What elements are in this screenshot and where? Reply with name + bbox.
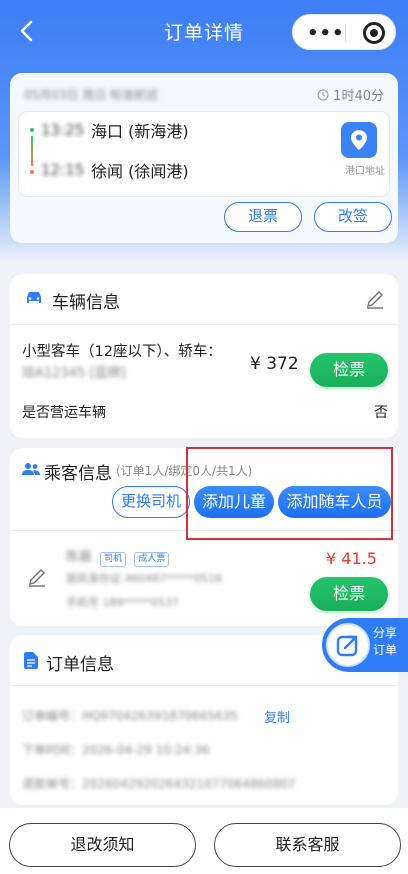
arrive-time: 12:15 xyxy=(41,161,85,179)
passenger-phone: 手机号 189*****0537 xyxy=(66,596,179,609)
order-time-label: 下单时间： xyxy=(22,743,83,757)
order-title: 订单信息 xyxy=(46,655,114,675)
depart-port: 海口 (新海港) xyxy=(91,122,189,141)
contact-service-button[interactable]: 联系客服 xyxy=(214,823,401,867)
arrive-dot xyxy=(30,170,34,174)
copy-link[interactable]: 复制 xyxy=(264,707,290,726)
vehicle-divider xyxy=(10,324,398,325)
passenger-id: 居民身份证 460487*****0516 xyxy=(66,572,222,585)
order-time: 2026-04-29 10:24:36 xyxy=(82,743,210,757)
change-ticket-button[interactable]: 改签 xyxy=(314,202,392,232)
order-divider xyxy=(10,685,398,686)
more-icon[interactable]: ••• xyxy=(307,23,345,44)
order-no: HQ970426391870665635 xyxy=(82,709,238,723)
car-icon xyxy=(27,292,41,303)
duration-text: 1时40分 xyxy=(333,89,384,104)
vehicle-check-button[interactable]: 检票 xyxy=(310,353,388,387)
refund-notice-button[interactable]: 退改须知 xyxy=(9,823,196,867)
navigation-bar: 订单详情 ••• xyxy=(0,10,408,54)
passenger-title: 乘客信息 xyxy=(44,464,112,484)
sailing-date: 05月03日 周日 标准航班 xyxy=(24,88,159,102)
share-icon xyxy=(326,623,370,667)
highlight-box xyxy=(186,447,393,540)
clock-icon xyxy=(317,89,329,101)
trip-card: 05月03日 周日 标准航班 1时40分 13:25 海口 (新海港) 12:1… xyxy=(10,73,398,243)
mini-program-capsule: ••• xyxy=(292,14,396,50)
vehicle-type: 小型客车（12座以下）、轿车： xyxy=(22,344,222,360)
arrive-port: 徐闻 (徐闻港) xyxy=(91,162,189,181)
edit-passenger-icon[interactable] xyxy=(26,566,48,588)
route-box: 13:25 海口 (新海港) 12:15 徐闻 (徐闻港) 港口地址 xyxy=(18,111,390,197)
bottom-bar: 退改须知 联系客服 xyxy=(0,808,408,874)
depart-row: 13:25 海口 (新海港) xyxy=(41,118,189,142)
port-address-label[interactable]: 港口地址 xyxy=(345,162,385,177)
location-pin-icon[interactable] xyxy=(341,122,377,158)
depart-dot xyxy=(30,128,34,132)
people-icon xyxy=(22,463,40,475)
share-label: 分享订单 xyxy=(372,626,397,657)
operating-value: 否 xyxy=(374,405,388,421)
vehicle-card: 车辆信息 小型客车（12座以下）、轿车： 琼A12345 [蓝牌] ¥ 372 … xyxy=(10,274,398,438)
change-driver-button[interactable]: 更换司机 xyxy=(112,486,190,518)
refund-no: 2026042920264321077064860807 xyxy=(82,777,296,791)
vehicle-title: 车辆信息 xyxy=(52,293,120,313)
vehicle-price: ¥ 372 xyxy=(250,354,299,374)
driver-tag: 司机 xyxy=(100,552,127,567)
close-target-icon[interactable] xyxy=(363,22,385,44)
passenger-name: 陈晨 xyxy=(66,550,93,565)
order-no-label: 订单编号： xyxy=(22,709,83,723)
route-line xyxy=(31,136,33,166)
edit-pencil-icon[interactable] xyxy=(364,288,386,310)
adult-ticket-tag: 成人票 xyxy=(134,552,170,567)
capsule-divider xyxy=(345,24,346,42)
operating-label: 是否营运车辆 xyxy=(22,405,106,421)
arrive-row: 12:15 徐闻 (徐闻港) xyxy=(41,158,189,182)
refund-button[interactable]: 退票 xyxy=(224,202,302,232)
vehicle-plate: 琼A12345 [蓝牌] xyxy=(22,366,126,381)
depart-time: 13:25 xyxy=(41,121,85,139)
refund-no-label: 退款单号： xyxy=(22,777,83,791)
share-order-button[interactable]: 分享订单 xyxy=(322,618,408,672)
passenger-price: ¥ 41.5 xyxy=(326,549,377,568)
duration: 1时40分 xyxy=(317,85,384,104)
document-icon xyxy=(24,652,38,669)
passenger-check-button[interactable]: 检票 xyxy=(310,577,388,611)
